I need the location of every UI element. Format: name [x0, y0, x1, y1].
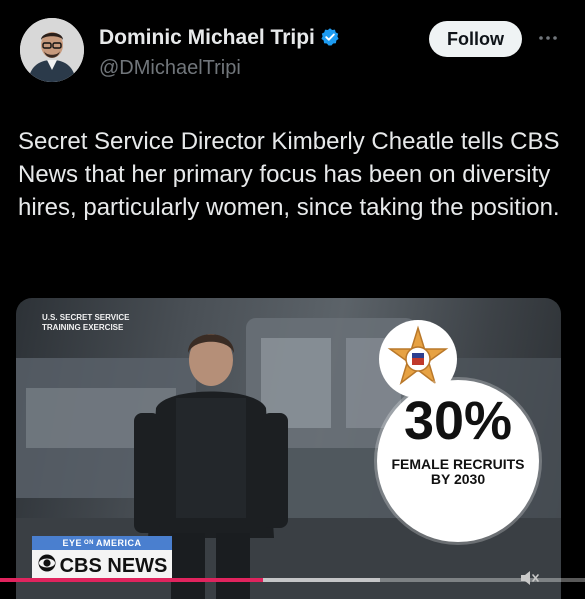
stat-value: 30%: [403, 391, 513, 451]
author-name-row[interactable]: Dominic Michael Tripi: [99, 26, 340, 53]
author-avatar[interactable]: [20, 18, 84, 82]
tweet-text: Secret Service Director Kimberly Cheatle…: [18, 128, 560, 221]
eye-on-america-banner: EYE ON AMERICA: [32, 536, 172, 550]
follow-button[interactable]: Follow: [429, 21, 522, 57]
author-handle[interactable]: @DMichaelTripi: [99, 57, 241, 80]
video-player[interactable]: U.S. SECRET SERVICE TRAINING EXERCISE 30…: [16, 298, 561, 599]
mute-icon[interactable]: [519, 569, 541, 587]
video-progress-bar[interactable]: [0, 578, 585, 582]
video-progress-fill: [0, 578, 264, 582]
author-name[interactable]: Dominic Michael Tripi: [99, 26, 315, 49]
tweet-header: Dominic Michael Tripi @DMichaelTripi Fol…: [0, 0, 585, 100]
overlay-caption: U.S. SECRET SERVICE TRAINING EXERCISE: [42, 313, 130, 332]
verified-badge-icon: [320, 27, 340, 53]
stat-label: FEMALE RECRUITS BY 2030: [391, 456, 525, 487]
network-label: CBS NEWS: [59, 554, 168, 577]
cbs-eye-icon: [37, 554, 57, 578]
more-icon[interactable]: [536, 28, 560, 48]
